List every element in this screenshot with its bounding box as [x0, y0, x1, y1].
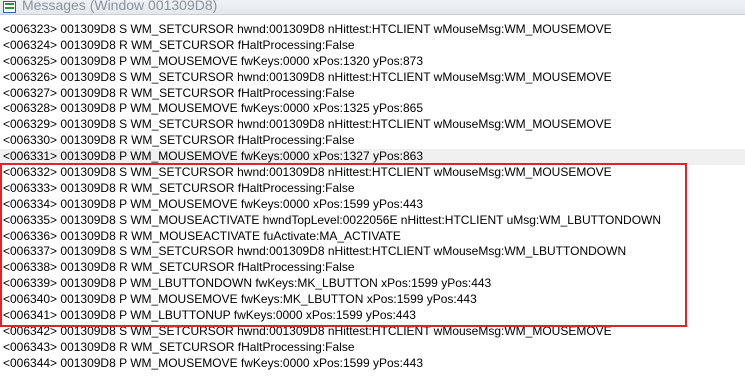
message-row[interactable]: <006334> 001309D8 P WM_MOUSEMOVE fwKeys:…: [0, 197, 745, 213]
message-row[interactable]: <006344> 001309D8 P WM_MOUSEMOVE fwKeys:…: [0, 356, 745, 372]
messages-window: Messages (Window 001309D8) <006323> 0013…: [0, 0, 745, 382]
window-title: Messages (Window 001309D8): [22, 0, 218, 13]
message-row[interactable]: <006330> 001309D8 R WM_SETCURSOR fHaltPr…: [0, 133, 745, 149]
message-row[interactable]: <006338> 001309D8 R WM_SETCURSOR fHaltPr…: [0, 260, 745, 276]
message-row[interactable]: <006341> 001309D8 P WM_LBUTTONUP fwKeys:…: [0, 308, 745, 324]
message-row[interactable]: <006340> 001309D8 P WM_MOUSEMOVE fwKeys:…: [0, 292, 745, 308]
message-row[interactable]: <006342> 001309D8 S WM_SETCURSOR hwnd:00…: [0, 324, 745, 340]
message-row[interactable]: <006336> 001309D8 R WM_MOUSEACTIVATE fuA…: [0, 229, 745, 245]
message-row[interactable]: <006339> 001309D8 P WM_LBUTTONDOWN fwKey…: [0, 276, 745, 292]
message-row[interactable]: <006328> 001309D8 P WM_MOUSEMOVE fwKeys:…: [0, 101, 745, 117]
title-bar[interactable]: Messages (Window 001309D8): [0, 0, 745, 15]
icon-bar: [5, 3, 14, 5]
messages-log-icon: [3, 1, 16, 13]
message-row[interactable]: <006329> 001309D8 S WM_SETCURSOR hwnd:00…: [0, 117, 745, 133]
message-row-selected[interactable]: <006331> 001309D8 P WM_MOUSEMOVE fwKeys:…: [0, 149, 745, 166]
message-row[interactable]: <006324> 001309D8 R WM_SETCURSOR fHaltPr…: [0, 38, 745, 54]
message-row[interactable]: <006332> 001309D8 S WM_SETCURSOR hwnd:00…: [0, 165, 745, 181]
message-row[interactable]: <006326> 001309D8 S WM_SETCURSOR hwnd:00…: [0, 70, 745, 86]
message-row[interactable]: <006323> 001309D8 S WM_SETCURSOR hwnd:00…: [0, 22, 745, 38]
message-row[interactable]: <006325> 001309D8 P WM_MOUSEMOVE fwKeys:…: [0, 54, 745, 70]
message-row[interactable]: <006337> 001309D8 S WM_SETCURSOR hwnd:00…: [0, 244, 745, 260]
message-row[interactable]: <006333> 001309D8 R WM_SETCURSOR fHaltPr…: [0, 181, 745, 197]
message-row[interactable]: <006343> 001309D8 R WM_SETCURSOR fHaltPr…: [0, 340, 745, 356]
message-row[interactable]: <006327> 001309D8 R WM_SETCURSOR fHaltPr…: [0, 86, 745, 102]
icon-bar: [5, 7, 14, 9]
message-list[interactable]: <006323> 001309D8 S WM_SETCURSOR hwnd:00…: [0, 22, 745, 372]
message-row[interactable]: <006335> 001309D8 S WM_MOUSEACTIVATE hwn…: [0, 213, 745, 229]
